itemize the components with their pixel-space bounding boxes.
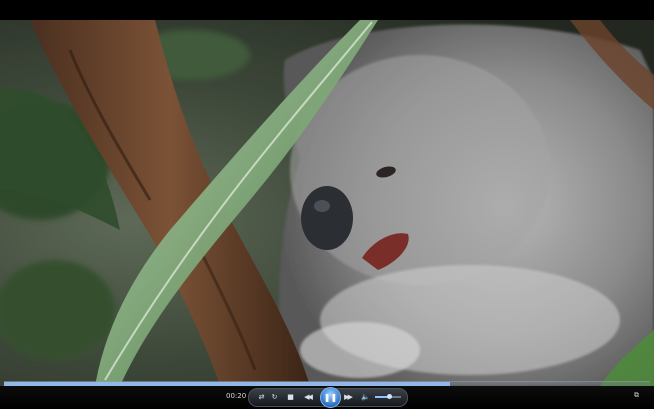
switch-to-library-icon[interactable]: ⧉ bbox=[632, 391, 641, 400]
next-icon[interactable]: ▶▶ bbox=[341, 391, 354, 404]
transport-controls: 00:20 ⇄ ↻ ■ ◀◀ ❚❚ ▶▶ 🔈 ⧉ bbox=[0, 386, 654, 409]
previous-icon[interactable]: ◀◀ bbox=[301, 391, 314, 404]
volume-slider[interactable] bbox=[375, 394, 401, 399]
pause-icon[interactable]: ❚❚ bbox=[320, 387, 341, 408]
volume-knob[interactable] bbox=[386, 394, 392, 399]
shuffle-icon[interactable]: ⇄ bbox=[255, 391, 268, 404]
video-display[interactable] bbox=[0, 20, 654, 386]
playback-control-group: ⇄ ↻ ■ ◀◀ ❚❚ ▶▶ 🔈 bbox=[248, 387, 408, 408]
media-player-window: 00:20 ⇄ ↻ ■ ◀◀ ❚❚ ▶▶ 🔈 ⧉ bbox=[0, 0, 654, 409]
repeat-icon[interactable]: ↻ bbox=[268, 391, 281, 404]
speaker-icon[interactable]: 🔈 bbox=[359, 391, 372, 404]
stop-icon[interactable]: ■ bbox=[284, 391, 297, 404]
current-time: 00:20 bbox=[226, 392, 247, 400]
koala-video-frame bbox=[0, 20, 654, 386]
